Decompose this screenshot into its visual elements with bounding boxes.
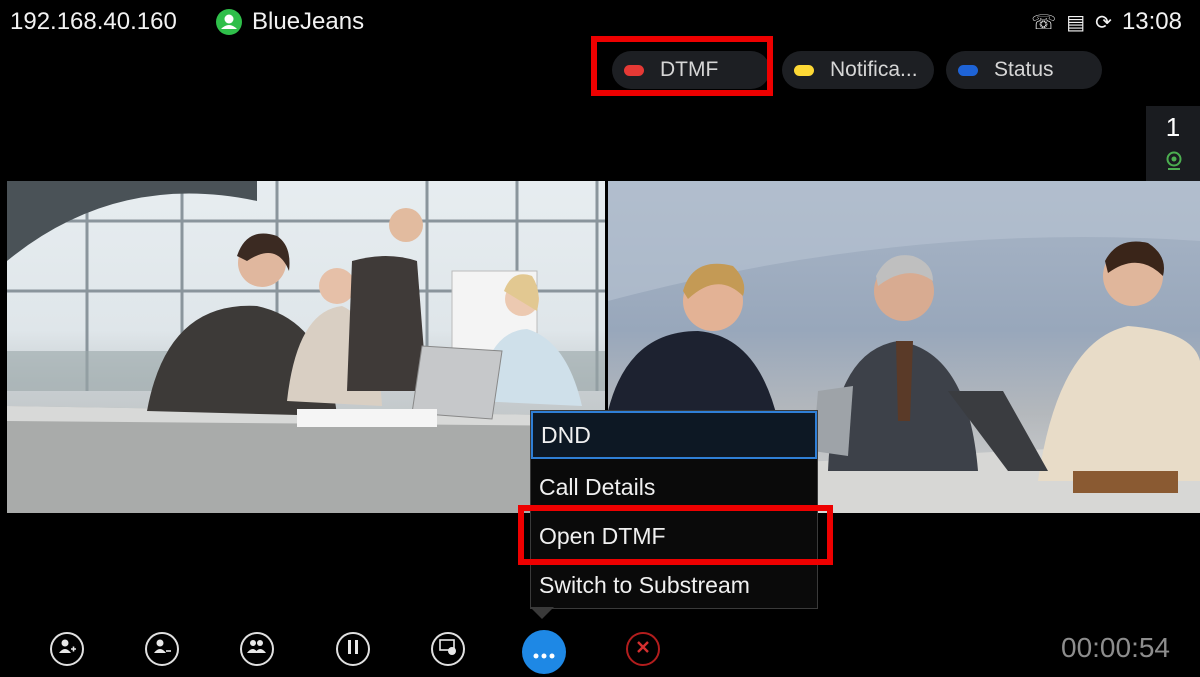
remove-participant-icon xyxy=(152,637,172,661)
dtmf-tab-highlight xyxy=(591,36,773,96)
tab-notifications-label: Notifica... xyxy=(830,58,918,81)
conference-button[interactable] xyxy=(240,632,274,666)
add-participant-icon xyxy=(57,637,77,661)
menu-pointer xyxy=(530,607,554,619)
more-button[interactable] xyxy=(522,630,566,674)
phone-call-icon: ☏ xyxy=(1031,11,1057,34)
conference-icon xyxy=(246,637,268,661)
call-timer: 00:00:54 xyxy=(1061,632,1170,663)
pause-icon xyxy=(346,639,360,659)
menu-item-call-details[interactable]: Call Details xyxy=(531,463,817,511)
sync-icon: ⟳ xyxy=(1095,11,1112,34)
end-call-icon xyxy=(635,638,651,661)
remove-participant-button[interactable] xyxy=(145,632,179,666)
add-participant-button[interactable] xyxy=(50,632,84,666)
account-name: BlueJeans xyxy=(252,8,365,35)
hold-button[interactable] xyxy=(336,632,370,666)
status-icons: ☏ ▤ ⟳ 13:08 xyxy=(1031,8,1182,36)
open-dtmf-highlight xyxy=(518,505,833,565)
clock: 13:08 xyxy=(1121,8,1182,35)
end-call-button[interactable] xyxy=(626,632,660,666)
participant-count: 1 xyxy=(1165,112,1181,142)
present-button[interactable] xyxy=(431,632,465,666)
tab-notifications[interactable]: Notifica... xyxy=(782,51,934,89)
account-icon xyxy=(216,9,242,35)
menu-item-switch-substream[interactable]: Switch to Substream xyxy=(531,561,817,609)
status-indicator-icon xyxy=(958,64,978,76)
more-icon xyxy=(533,639,555,665)
tab-status[interactable]: Status xyxy=(946,51,1102,89)
ip-address: 192.168.40.160 xyxy=(10,8,177,35)
present-icon xyxy=(438,638,458,660)
video-feed-local xyxy=(7,181,605,513)
menu-item-dnd[interactable]: DND xyxy=(531,411,817,459)
camera-icon xyxy=(1163,150,1185,172)
notification-indicator-icon xyxy=(794,64,814,76)
phonebook-icon: ▤ xyxy=(1066,11,1086,34)
tab-status-label: Status xyxy=(994,58,1054,81)
